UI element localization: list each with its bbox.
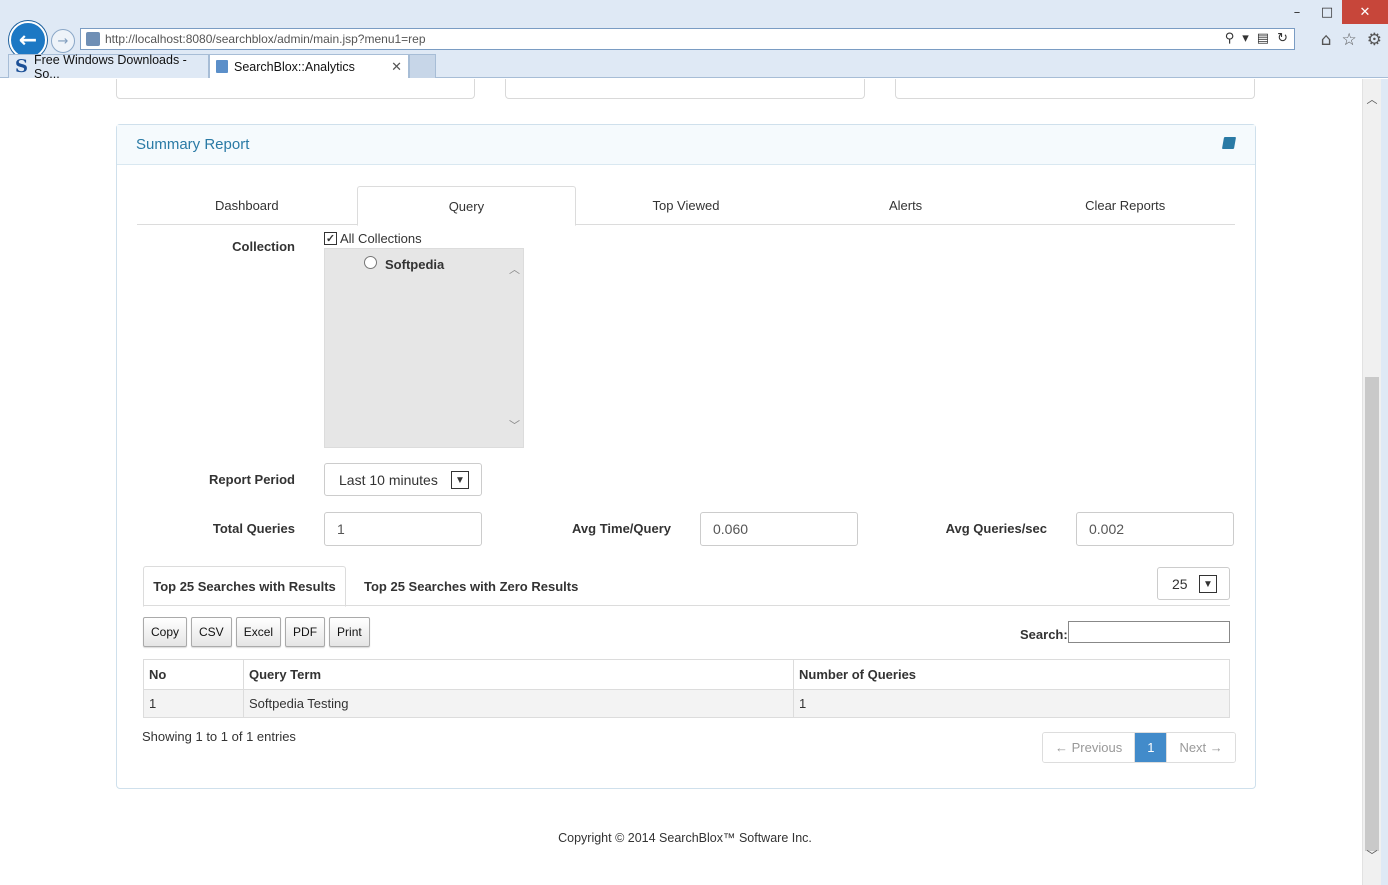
pdf-button[interactable]: PDF: [285, 617, 326, 647]
results-table: No Query Term Number of Queries 1 Softpe…: [143, 659, 1230, 718]
page-size-value: 25: [1172, 575, 1188, 592]
previous-page-button[interactable]: ← Previous: [1043, 733, 1136, 762]
cell-number-of-queries: 1: [793, 689, 1230, 718]
export-buttons: Copy CSV Excel PDF Print: [143, 617, 370, 647]
tab-top-viewed[interactable]: Top Viewed: [576, 186, 796, 224]
toolbar-icons: ⌂ ☆ ⚙: [1321, 30, 1382, 50]
panel-header: Summary Report: [117, 125, 1255, 165]
refresh-icon[interactable]: ↻: [1277, 31, 1288, 46]
favorites-star-icon[interactable]: ☆: [1342, 30, 1357, 50]
window-frame: [1381, 79, 1388, 885]
browser-tab-softpedia[interactable]: S Free Windows Downloads - So...: [8, 52, 209, 81]
summary-card: [505, 79, 865, 99]
address-bar[interactable]: http://localhost:8080/searchblox/admin/m…: [80, 28, 1295, 50]
print-button[interactable]: Print: [329, 617, 370, 647]
report-period-value: Last 10 minutes: [339, 471, 438, 488]
chevron-up-icon[interactable]: ︿: [509, 261, 520, 277]
pagination: ← Previous 1 Next →: [1042, 732, 1236, 763]
search-label: Search:: [1020, 627, 1068, 642]
chevron-down-icon[interactable]: ﹀: [509, 417, 520, 433]
column-header-no[interactable]: No: [143, 659, 244, 690]
close-window-button[interactable]: ✕: [1342, 0, 1388, 24]
dropdown-icon[interactable]: ▾: [1242, 31, 1249, 46]
forward-button[interactable]: →: [51, 29, 75, 53]
compat-view-icon[interactable]: ▤: [1257, 31, 1269, 46]
page-viewport: Summary Report Dashboard Query Top Viewe…: [0, 79, 1362, 885]
copy-button[interactable]: Copy: [143, 617, 188, 647]
avg-qps-field[interactable]: 0.002: [1076, 512, 1234, 546]
browser-chrome: – □ ✕ ← → http://localhost:8080/searchbl…: [0, 0, 1388, 81]
collection-list[interactable]: Softpedia ︿ ﹀: [324, 248, 524, 448]
scroll-thumb[interactable]: [1365, 377, 1379, 851]
summary-card: [895, 79, 1255, 99]
report-tabs: Dashboard Query Top Viewed Alerts Clear …: [137, 186, 1235, 226]
arrow-right-icon: →: [57, 33, 69, 49]
home-icon[interactable]: ⌂: [1321, 30, 1332, 50]
close-tab-icon[interactable]: ✕: [391, 59, 402, 75]
maximize-button[interactable]: □: [1312, 0, 1342, 24]
all-collections-label: All Collections: [340, 231, 422, 246]
report-period-select[interactable]: Last 10 minutes ▼: [324, 463, 482, 496]
avg-time-field[interactable]: 0.060: [700, 512, 858, 546]
chevron-down-icon: ▼: [1199, 575, 1217, 593]
summary-card: [116, 79, 475, 99]
excel-button[interactable]: Excel: [235, 617, 282, 647]
cell-no: 1: [143, 689, 244, 718]
total-queries-label: Total Queries: [212, 521, 295, 536]
report-period-label: Report Period: [209, 472, 295, 487]
settings-gear-icon[interactable]: ⚙: [1367, 30, 1382, 50]
search-icon[interactable]: ⚲: [1225, 31, 1235, 46]
cell-query-term: Softpedia Testing: [243, 689, 794, 718]
avg-time-value: 0.060: [713, 521, 749, 537]
avg-qps-value: 0.002: [1089, 521, 1125, 537]
collection-label: Collection: [232, 239, 295, 254]
chevron-down-icon[interactable]: ﹀: [1365, 847, 1379, 863]
browser-tab-analytics[interactable]: SearchBlox::Analytics ✕: [209, 54, 409, 78]
window-controls: – □ ✕: [1282, 0, 1388, 24]
panel-title: Summary Report: [136, 136, 250, 153]
avg-qps-label: Avg Queries/sec: [945, 521, 1047, 536]
tab-alerts[interactable]: Alerts: [796, 186, 1016, 224]
collection-name: Softpedia: [385, 257, 445, 272]
footer-copyright: Copyright © 2014 SearchBlox™ Software In…: [558, 831, 812, 845]
tab-dashboard[interactable]: Dashboard: [137, 186, 357, 224]
total-queries-value: 1: [337, 521, 345, 537]
arrow-left-icon: ←: [18, 27, 38, 53]
column-header-query-term[interactable]: Query Term: [243, 659, 794, 690]
softpedia-logo-icon: S: [15, 56, 28, 77]
page-icon: [86, 32, 100, 46]
next-page-button[interactable]: Next →: [1166, 733, 1235, 762]
book-icon: [1221, 137, 1237, 149]
all-collections-checkbox[interactable]: ✓: [324, 232, 337, 245]
column-header-number-of-queries[interactable]: Number of Queries: [793, 659, 1230, 690]
page-icon: [216, 60, 228, 73]
table-info: Showing 1 to 1 of 1 entries: [142, 729, 296, 744]
current-page-button[interactable]: 1: [1135, 733, 1167, 762]
table-header-row: No Query Term Number of Queries: [143, 659, 1230, 690]
table-row: 1 Softpedia Testing 1: [143, 689, 1230, 718]
tab-clear-reports[interactable]: Clear Reports: [1015, 186, 1235, 224]
browser-tab-label: SearchBlox::Analytics: [234, 59, 355, 74]
summary-report-panel: Summary Report Dashboard Query Top Viewe…: [116, 124, 1256, 789]
tab-query[interactable]: Query: [356, 186, 577, 226]
total-queries-field[interactable]: 1: [324, 512, 482, 546]
chevron-up-icon[interactable]: ︿: [1365, 91, 1379, 107]
page-scrollbar[interactable]: ︿ ﹀: [1362, 79, 1381, 885]
minimize-button[interactable]: –: [1282, 0, 1312, 24]
address-url: http://localhost:8080/searchblox/admin/m…: [105, 32, 426, 46]
avg-time-label: Avg Time/Query: [572, 521, 671, 536]
collection-radio[interactable]: [364, 256, 377, 269]
search-input[interactable]: [1068, 621, 1230, 643]
results-tabs: Top 25 Searches with Results Top 25 Sear…: [143, 566, 1230, 607]
all-collections-row: ✓ All Collections: [324, 231, 422, 246]
chevron-down-icon: ▼: [451, 471, 469, 489]
browser-tab-label: Free Windows Downloads - So...: [34, 52, 187, 81]
tab-searches-zero-results[interactable]: Top 25 Searches with Zero Results: [364, 566, 578, 606]
tab-searches-with-results[interactable]: Top 25 Searches with Results: [143, 566, 346, 607]
collection-item[interactable]: Softpedia: [364, 256, 445, 272]
new-tab-button[interactable]: [409, 54, 436, 78]
csv-button[interactable]: CSV: [191, 617, 232, 647]
page-size-select[interactable]: 25 ▼: [1157, 567, 1230, 600]
